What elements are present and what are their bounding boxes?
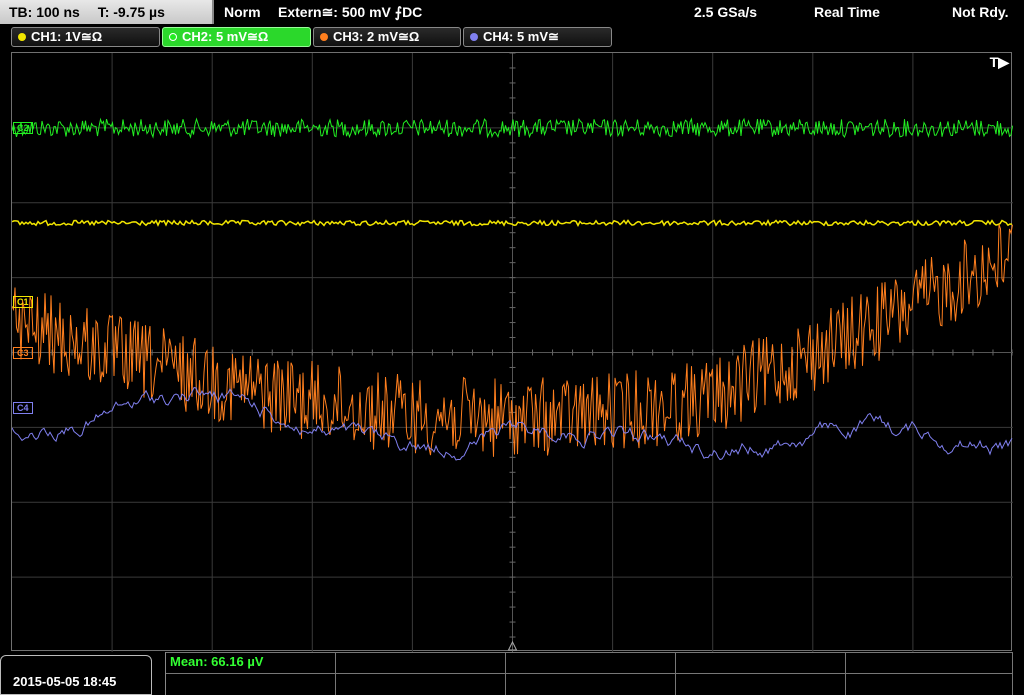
measurement-cell[interactable]: Mean: 66.16 µV [166, 653, 336, 673]
graticule [12, 53, 1013, 652]
timebase-value: TB: 100 ns [9, 4, 80, 20]
measurement-row: Mean: 66.16 µV [166, 652, 1013, 673]
measurement-row [166, 673, 1013, 695]
measurement-cell[interactable] [846, 653, 1013, 673]
timebase-box[interactable]: TB: 100 ns T: -9.75 µs [0, 0, 214, 24]
trigger-status: Not Rdy. [952, 4, 1009, 20]
measurement-cell[interactable] [336, 653, 506, 673]
channel-2-label: CH2: 5 mV≅Ω [182, 29, 269, 44]
measurement-cell[interactable] [336, 674, 506, 695]
channel-2-dot-icon [169, 32, 177, 41]
date-time: 2015-05-05 18:45 [13, 674, 117, 689]
mean-measurement: Mean: 66.16 µV [170, 654, 264, 669]
channel-3-dot-icon [320, 32, 328, 41]
channel-1-offset-marker[interactable]: C1 [13, 296, 33, 308]
acquisition-mode[interactable]: Real Time [814, 0, 880, 24]
measurement-cell[interactable] [846, 674, 1013, 695]
channel-4-tab[interactable]: CH4: 5 mV≅ [463, 27, 612, 47]
channel-1-tab[interactable]: CH1: 1V≅Ω [11, 27, 160, 47]
measurement-cell[interactable] [676, 674, 846, 695]
waveform-display[interactable]: T▶ [11, 52, 1013, 652]
channel-1-dot-icon [18, 32, 26, 41]
channel-4-dot-icon [470, 32, 478, 41]
measurement-cell[interactable] [506, 674, 676, 695]
trigger-source[interactable]: Extern≅: 500 mV ⨍DC [278, 0, 422, 24]
trigger-position-marker: T▶ [989, 54, 1009, 70]
measurement-table[interactable]: Mean: 66.16 µV [165, 652, 1013, 695]
trigger-mode[interactable]: Norm [224, 0, 261, 24]
channel-4-offset-marker[interactable]: C4 [13, 402, 33, 414]
measurement-cell[interactable] [676, 653, 846, 673]
date-time-display: 2015-05-05 18:45 [0, 655, 152, 695]
channel-3-label: CH3: 2 mV≅Ω [333, 29, 420, 44]
sample-rate[interactable]: 2.5 GSa/s [694, 0, 757, 24]
channel-1-label: CH1: 1V≅Ω [31, 29, 103, 44]
channel-4-label: CH4: 5 mV≅ [483, 29, 559, 44]
measurement-cell[interactable] [166, 674, 336, 695]
status-bar: TB: 100 ns T: -9.75 µs Norm Extern≅: 500… [0, 0, 1024, 24]
trigger-time-value: T: -9.75 µs [97, 4, 165, 20]
measurement-cell[interactable] [506, 653, 676, 673]
channel-3-tab[interactable]: CH3: 2 mV≅Ω [313, 27, 461, 47]
channel-2-offset-marker[interactable]: C2 [13, 122, 33, 134]
channel-2-tab[interactable]: CH2: 5 mV≅Ω [162, 27, 311, 47]
channel-3-offset-marker[interactable]: C3 [13, 347, 33, 359]
